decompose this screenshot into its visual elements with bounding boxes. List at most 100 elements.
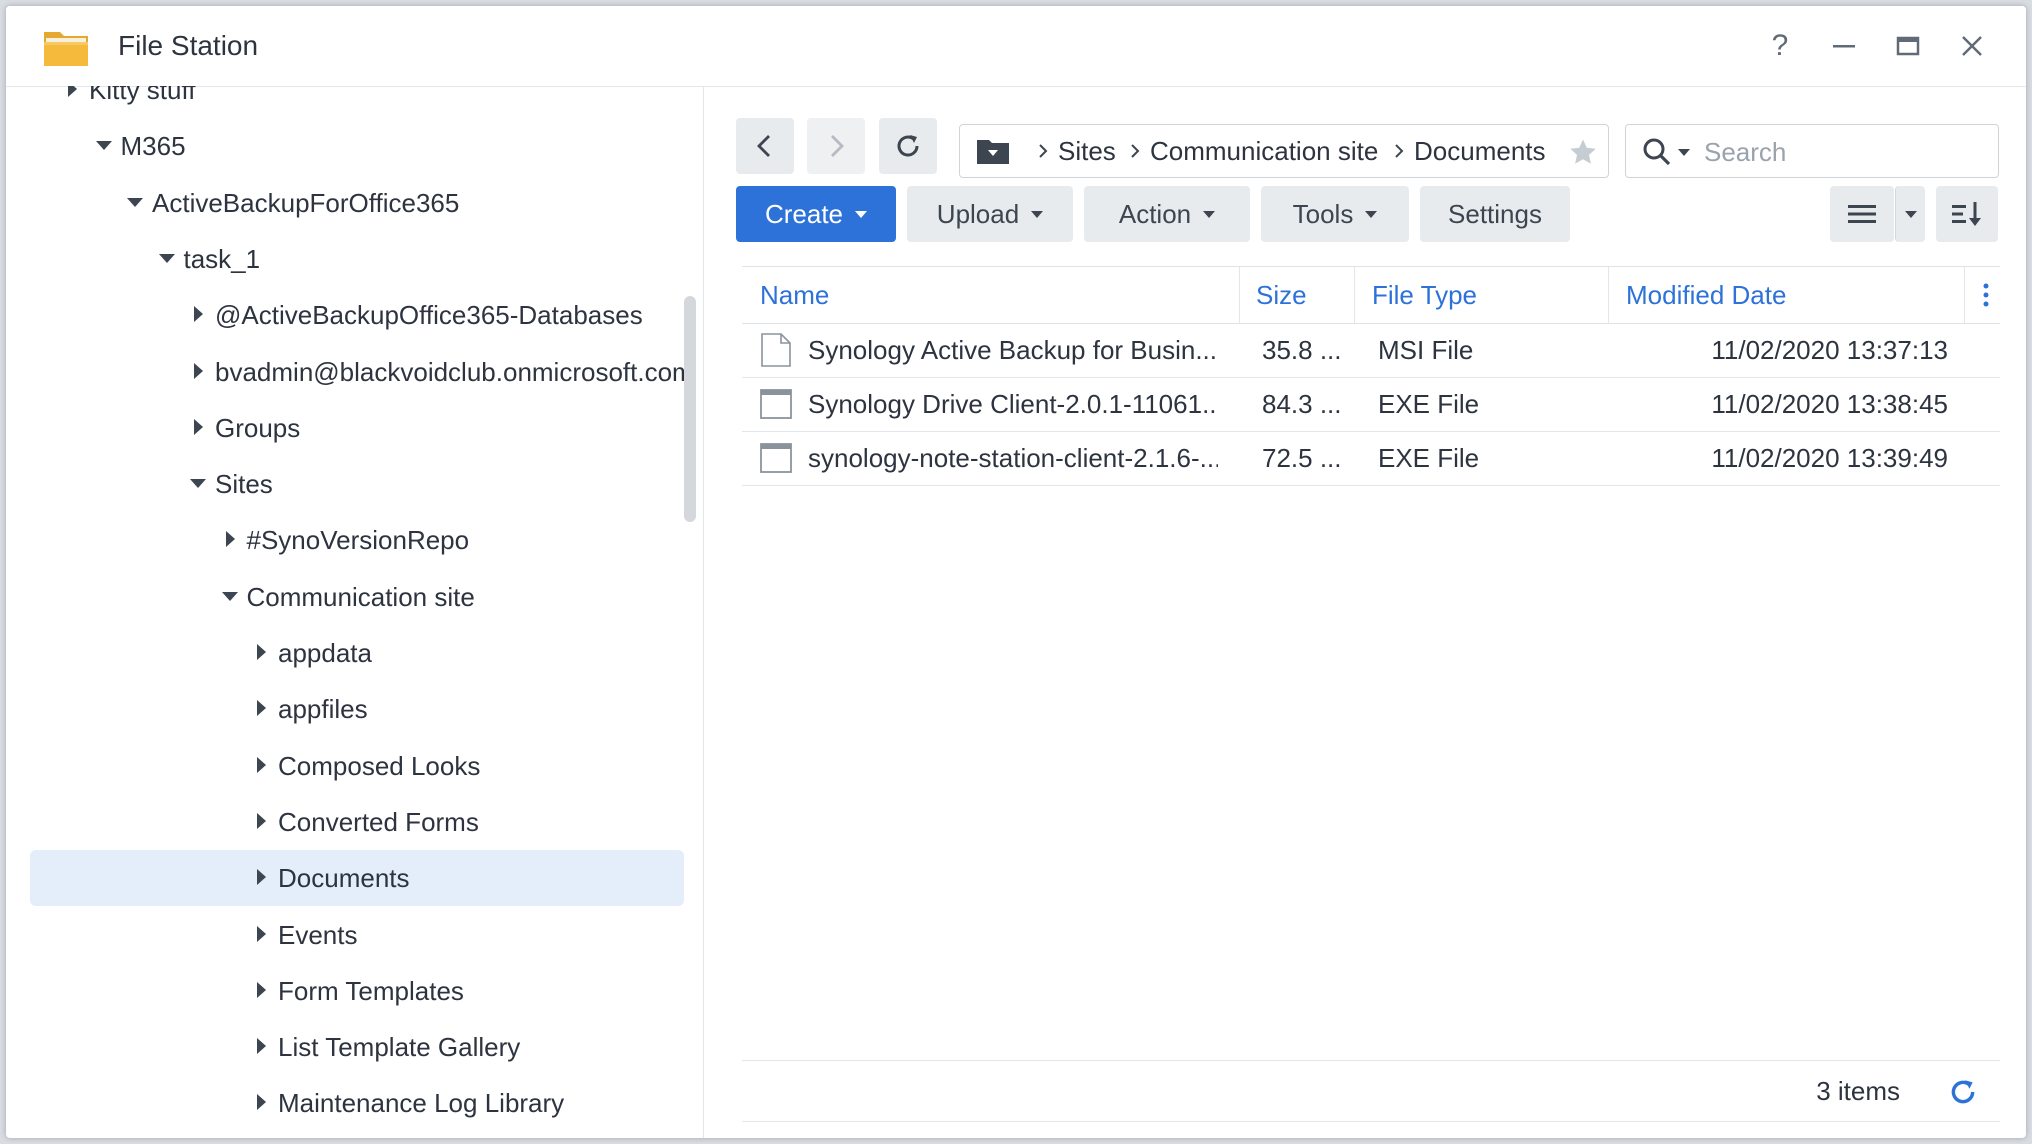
- tree-item[interactable]: Sites: [30, 456, 684, 512]
- column-resizer[interactable]: [1964, 267, 1965, 323]
- caret-down-icon: [855, 210, 868, 218]
- cell-modified: 11/02/2020 13:37:13: [1711, 335, 1948, 365]
- tree-item[interactable]: task_1: [30, 231, 684, 287]
- maximize-icon: [1896, 36, 1920, 56]
- caret-right-icon[interactable]: [251, 755, 271, 775]
- tree-item[interactable]: appfiles: [30, 681, 684, 737]
- tree-item[interactable]: @ActiveBackupOffice365-Databases: [30, 287, 684, 343]
- search-box[interactable]: [1625, 124, 1999, 178]
- tree-item[interactable]: ActiveBackupForOffice365: [30, 175, 684, 231]
- tree-scrollbar[interactable]: [684, 296, 696, 522]
- tree-item[interactable]: Maintenance Log Library: [30, 1075, 684, 1131]
- path-bar[interactable]: Sites Communication site Documents: [959, 124, 1609, 178]
- table-row[interactable]: Synology Active Backup for Busin... 35.8 …: [742, 323, 2000, 378]
- help-button[interactable]: ?: [1758, 24, 1802, 68]
- column-resizer[interactable]: [1354, 267, 1355, 323]
- tree-item-label: Composed Looks: [278, 750, 481, 781]
- search-options-caret-icon[interactable]: [1678, 149, 1690, 156]
- item-count: 3 items: [1816, 1076, 1900, 1106]
- tree-item-label: Form Templates: [278, 975, 464, 1006]
- caret-right-icon[interactable]: [251, 1092, 271, 1112]
- breadcrumb-item[interactable]: Documents: [1414, 125, 1546, 177]
- close-button[interactable]: [1950, 24, 1994, 68]
- back-button[interactable]: [736, 118, 794, 174]
- caret-right-icon[interactable]: [188, 361, 208, 381]
- folder-app-icon: [44, 32, 88, 66]
- tree-item[interactable]: Kitty stuff: [30, 86, 684, 118]
- tree-item[interactable]: Composed Looks: [30, 738, 684, 794]
- tree-item[interactable]: bvadmin@blackvoidclub.onmicrosoft.com: [30, 344, 694, 400]
- search-icon[interactable]: [1642, 137, 1672, 167]
- caret-down-icon[interactable]: [188, 473, 208, 493]
- tree-item[interactable]: M365: [30, 118, 684, 174]
- tree-item[interactable]: Events: [30, 907, 684, 963]
- upload-button[interactable]: Upload: [907, 186, 1073, 242]
- tree-item[interactable]: Form Templates: [30, 963, 684, 1019]
- caret-right-icon[interactable]: [251, 811, 271, 831]
- caret-right-icon[interactable]: [188, 417, 208, 437]
- tree-item[interactable]: Communication site: [30, 569, 684, 625]
- settings-button[interactable]: Settings: [1420, 186, 1570, 242]
- view-mode-button[interactable]: [1830, 186, 1894, 242]
- tree-item-label: Events: [278, 919, 358, 950]
- tree-item[interactable]: List Template Gallery: [30, 1019, 684, 1075]
- tree-item[interactable]: #SynoVersionRepo: [30, 512, 684, 568]
- caret-down-icon: [1031, 210, 1044, 218]
- list-view-icon: [1848, 205, 1876, 223]
- status-bar: 3 items: [742, 1060, 2000, 1122]
- sort-button[interactable]: [1936, 186, 1998, 242]
- document-icon: [761, 333, 791, 367]
- tree-item-label: M365: [120, 131, 186, 162]
- column-menu-icon[interactable]: [1982, 283, 1990, 307]
- caret-right-icon[interactable]: [251, 698, 271, 718]
- caret-right-icon[interactable]: [251, 1036, 271, 1056]
- caret-down-icon[interactable]: [220, 586, 240, 606]
- forward-button[interactable]: [807, 118, 865, 174]
- refresh-button[interactable]: [879, 118, 937, 174]
- tree-item[interactable]: appdata: [30, 625, 684, 681]
- caret-right-icon[interactable]: [251, 924, 271, 944]
- search-input[interactable]: [1702, 131, 1986, 173]
- column-resizer[interactable]: [1608, 267, 1609, 323]
- tree-item[interactable]: Documents: [30, 850, 684, 907]
- action-button[interactable]: Action: [1084, 186, 1250, 242]
- tree-item-label: appfiles: [278, 694, 368, 725]
- cell-type: EXE File: [1378, 389, 1480, 419]
- action-button-label: Action: [1118, 198, 1192, 229]
- column-resizer[interactable]: [1239, 267, 1240, 323]
- view-mode-dropdown[interactable]: [1895, 186, 1925, 242]
- tree-item-label: Maintenance Log Library: [278, 1088, 565, 1119]
- column-header-file-type[interactable]: File Type: [1372, 267, 1477, 323]
- caret-right-icon[interactable]: [188, 304, 208, 324]
- tree-item-label: Communication site: [246, 581, 475, 612]
- app-title: File Station: [118, 30, 259, 61]
- refresh-icon: [897, 135, 919, 157]
- maximize-button[interactable]: [1886, 24, 1930, 68]
- caret-right-icon[interactable]: [251, 980, 271, 1000]
- breadcrumb-item[interactable]: Sites: [1058, 125, 1116, 177]
- caret-right-icon[interactable]: [220, 529, 240, 549]
- caret-right-icon[interactable]: [62, 86, 82, 99]
- caret-down-icon[interactable]: [94, 135, 114, 155]
- tree-item[interactable]: Groups: [30, 400, 684, 456]
- caret-right-icon[interactable]: [251, 867, 271, 887]
- table-row[interactable]: synology-note-station-client-2.1.6-... 72…: [742, 431, 2000, 486]
- refresh-icon[interactable]: [1948, 1077, 1978, 1107]
- table-row[interactable]: Synology Drive Client-2.0.1-11061.... 84.…: [742, 377, 2000, 432]
- caret-down-icon: [1904, 210, 1917, 218]
- caret-down-icon[interactable]: [157, 248, 177, 268]
- star-icon[interactable]: [1568, 137, 1598, 167]
- caret-right-icon[interactable]: [251, 642, 271, 662]
- tools-button[interactable]: Tools: [1261, 186, 1409, 242]
- column-header-size[interactable]: Size: [1256, 267, 1307, 323]
- tree-item-label: Kitty stuff: [89, 86, 196, 105]
- tree-item-label: Sites: [215, 469, 273, 500]
- minimize-button[interactable]: [1822, 24, 1866, 68]
- sort-icon: [1952, 202, 1981, 226]
- column-header-name[interactable]: Name: [760, 267, 829, 323]
- column-header-modified-date[interactable]: Modified Date: [1626, 267, 1786, 323]
- tree-item[interactable]: Converted Forms: [30, 794, 684, 850]
- create-button[interactable]: Create: [736, 186, 896, 242]
- caret-down-icon[interactable]: [125, 192, 145, 212]
- breadcrumb-item[interactable]: Communication site: [1150, 125, 1378, 177]
